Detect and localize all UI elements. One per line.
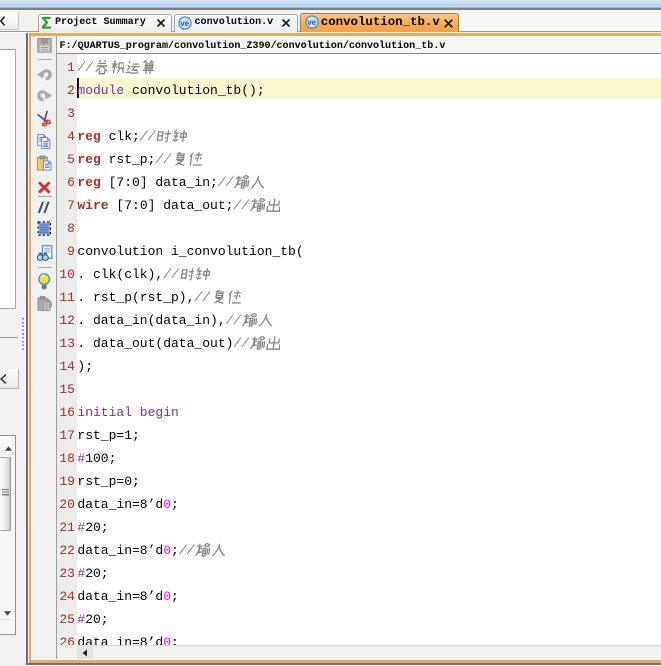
svg-text:Σ: Σ — [42, 15, 52, 32]
svg-text:ve: ve — [307, 18, 316, 27]
svg-text:ve: ve — [180, 18, 189, 27]
